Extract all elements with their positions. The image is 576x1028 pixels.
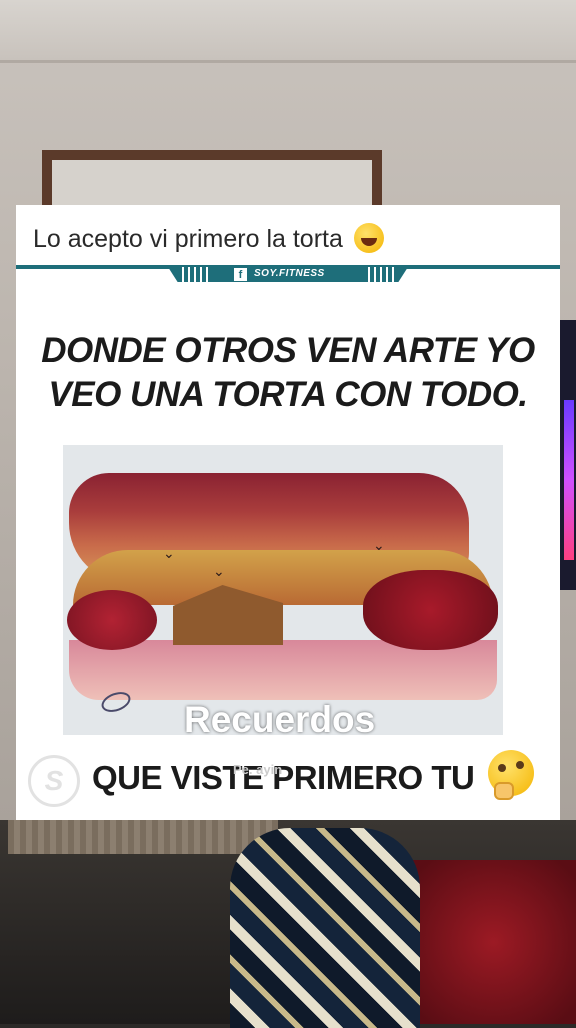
watercolor-painting: ⌄ ⌄ ⌄ xyxy=(63,445,503,735)
post-caption: Lo acepto vi primero la torta xyxy=(33,223,384,254)
bird-icon: ⌄ xyxy=(213,563,225,579)
headline-line-2: VEO UNA TORTA CON TODO. xyxy=(48,375,528,414)
bird-icon: ⌄ xyxy=(373,537,385,553)
grinning-sweat-emoji-icon xyxy=(353,223,384,253)
meme-bottom-text: QUE VISTE PRIMERO TU xyxy=(92,759,475,796)
brand-name: SOY.FITNESS xyxy=(254,268,325,279)
facebook-icon: f xyxy=(234,268,247,281)
meme-card: Lo acepto vi primero la torta f SOY.FITN… xyxy=(16,205,560,820)
meme-headline: DONDE OTROS VEN ARTE YO VEO UNA TORTA CO… xyxy=(16,329,560,417)
brand-stripes-right xyxy=(368,267,394,282)
brand-banner: f SOY.FITNESS xyxy=(168,267,408,282)
painting-trees-left xyxy=(67,590,157,650)
background-plaid-blanket xyxy=(230,828,420,1028)
brand-stripes-left xyxy=(182,267,208,282)
recuerdos-watermark: Recuerdos xyxy=(184,699,376,740)
soy-fitness-logo: S xyxy=(28,755,80,807)
background-mat xyxy=(8,820,278,854)
faded-overlay-text: Pe. ayin xyxy=(233,762,283,777)
painting-trees-right xyxy=(363,570,498,650)
caption-text: Lo acepto vi primero la torta xyxy=(33,225,343,253)
thinking-face-emoji-icon xyxy=(488,750,534,800)
headline-line-1: DONDE OTROS VEN ARTE YO xyxy=(41,331,535,370)
background-ceiling xyxy=(0,0,576,63)
background-tv xyxy=(560,320,576,590)
bird-icon: ⌄ xyxy=(163,545,175,561)
